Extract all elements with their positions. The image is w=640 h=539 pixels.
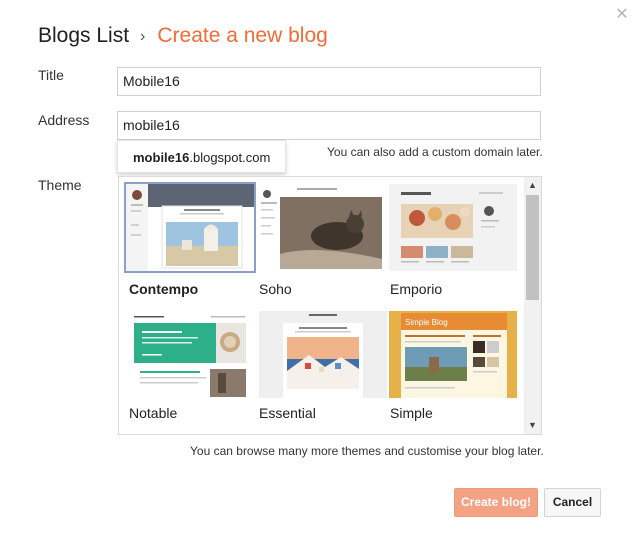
title-label: Title: [38, 67, 64, 83]
theme-thumbnail-contempo[interactable]: [124, 182, 256, 273]
theme-picker: Contempo Soho Emporio Notable Essential …: [118, 176, 542, 435]
theme-name-notable[interactable]: Notable: [129, 405, 177, 421]
breadcrumb: Blogs List › Create a new blog: [38, 24, 328, 50]
custom-domain-hint: You can also add a custom domain later.: [327, 145, 543, 159]
themes-hint: You can browse many more themes and cust…: [190, 444, 544, 458]
breadcrumb-chevron-icon: ›: [140, 28, 146, 45]
breadcrumb-blogs-list[interactable]: Blogs List: [38, 24, 129, 48]
create-blog-button[interactable]: Create blog!: [454, 488, 538, 517]
title-input[interactable]: Mobile16: [117, 67, 541, 96]
scroll-down-icon[interactable]: ▼: [524, 417, 541, 434]
theme-name-emporio[interactable]: Emporio: [390, 281, 442, 297]
close-icon[interactable]: ✕: [613, 6, 631, 24]
theme-name-contempo[interactable]: Contempo: [129, 281, 198, 297]
theme-thumbnail-soho[interactable]: [257, 184, 385, 271]
theme-thumbnail-essential[interactable]: [259, 311, 387, 398]
theme-thumbnail-emporio[interactable]: [389, 184, 517, 271]
suggestion-subdomain: mobile16: [133, 150, 190, 165]
cancel-button[interactable]: Cancel: [544, 488, 601, 517]
theme-name-soho[interactable]: Soho: [259, 281, 292, 297]
page-title: Create a new blog: [157, 24, 328, 47]
address-label: Address: [38, 112, 90, 128]
scrollbar-thumb[interactable]: [526, 195, 539, 300]
address-suggestion[interactable]: mobile16.blogspot.com: [117, 140, 286, 173]
scroll-up-icon[interactable]: ▲: [524, 177, 541, 194]
svg-text:Simple Blog: Simple Blog: [405, 318, 448, 327]
address-input[interactable]: mobile16: [117, 111, 541, 140]
theme-name-essential[interactable]: Essential: [259, 405, 316, 421]
theme-thumbnail-notable[interactable]: [126, 311, 254, 398]
theme-name-simple[interactable]: Simple: [390, 405, 433, 421]
theme-thumbnail-simple[interactable]: Simple Blog: [389, 311, 517, 398]
theme-scrollbar[interactable]: ▲ ▼: [524, 177, 541, 434]
suggestion-domain: .blogspot.com: [189, 150, 271, 165]
theme-label: Theme: [38, 177, 82, 193]
